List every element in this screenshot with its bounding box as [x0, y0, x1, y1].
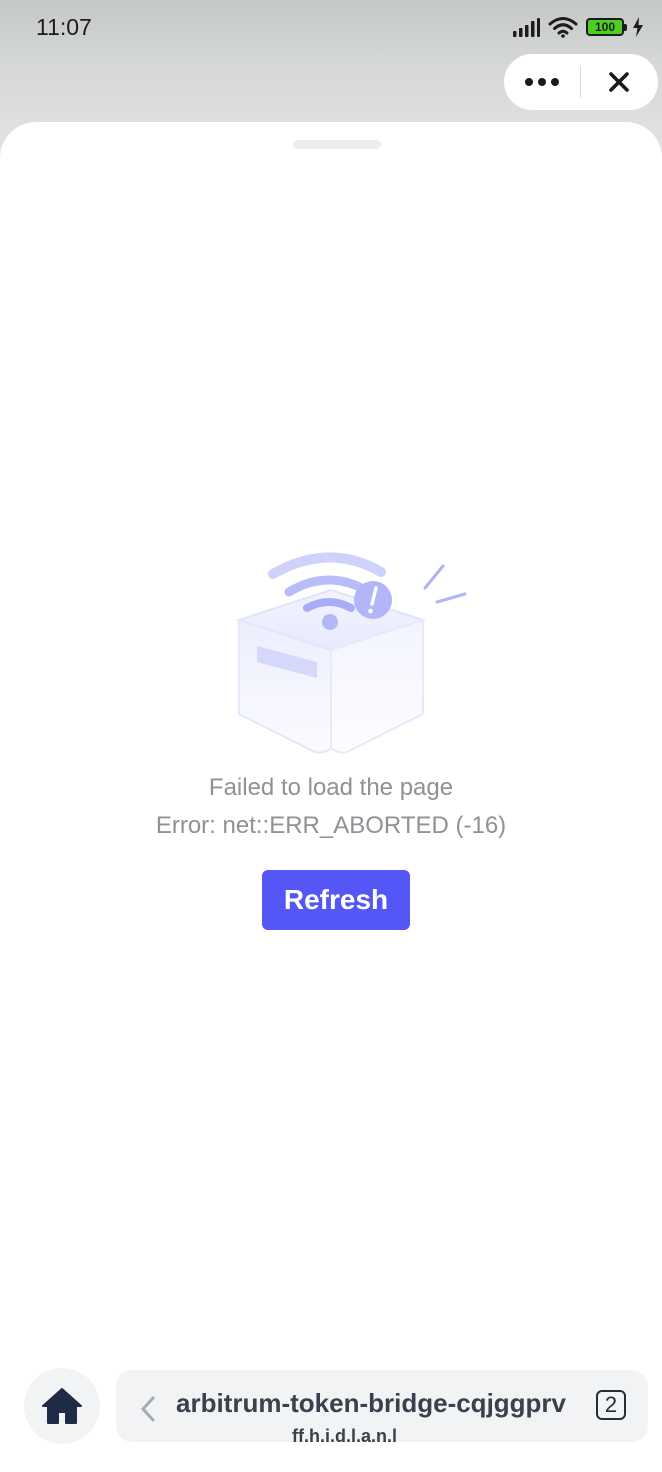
more-dots-icon — [525, 78, 559, 86]
wifi-icon — [548, 17, 578, 38]
charging-icon — [633, 17, 643, 37]
mini-program-capsule — [504, 54, 658, 110]
status-time: 11:07 — [36, 14, 92, 40]
battery-icon: 100 — [586, 18, 627, 36]
sheet-handle[interactable] — [293, 140, 381, 149]
status-bar: 11:07 100 — [0, 0, 662, 56]
refresh-button[interactable]: Refresh — [262, 870, 410, 930]
page-sheet: Failed to load the page Error: net::ERR_… — [0, 122, 662, 1472]
close-button[interactable] — [581, 54, 657, 110]
battery-level: 100 — [594, 20, 616, 34]
error-detail: Error: net::ERR_ABORTED (-16) — [155, 812, 507, 839]
home-icon — [42, 1388, 82, 1424]
home-button[interactable] — [24, 1368, 100, 1444]
signal-icon — [513, 18, 540, 37]
url-text: arbitrum-token-bridge-cqjggprv — [176, 1388, 567, 1418]
url-text-second-line: ff.h.i.d.l.a.n.l — [292, 1426, 397, 1442]
status-icons: 100 — [512, 16, 644, 38]
tab-count-badge[interactable]: 2 — [596, 1390, 626, 1420]
url-bar[interactable]: arbitrum-token-bridge-cqjggprv ff.h.i.d.… — [116, 1370, 648, 1442]
more-button[interactable] — [504, 54, 580, 110]
chevron-left-icon[interactable] — [140, 1396, 156, 1422]
close-icon — [609, 72, 629, 92]
bottom-bar: arbitrum-token-bridge-cqjggprv ff.h.i.d.… — [0, 1366, 662, 1450]
no-connection-box-icon — [235, 552, 467, 754]
error-title: Failed to load the page — [208, 774, 454, 801]
